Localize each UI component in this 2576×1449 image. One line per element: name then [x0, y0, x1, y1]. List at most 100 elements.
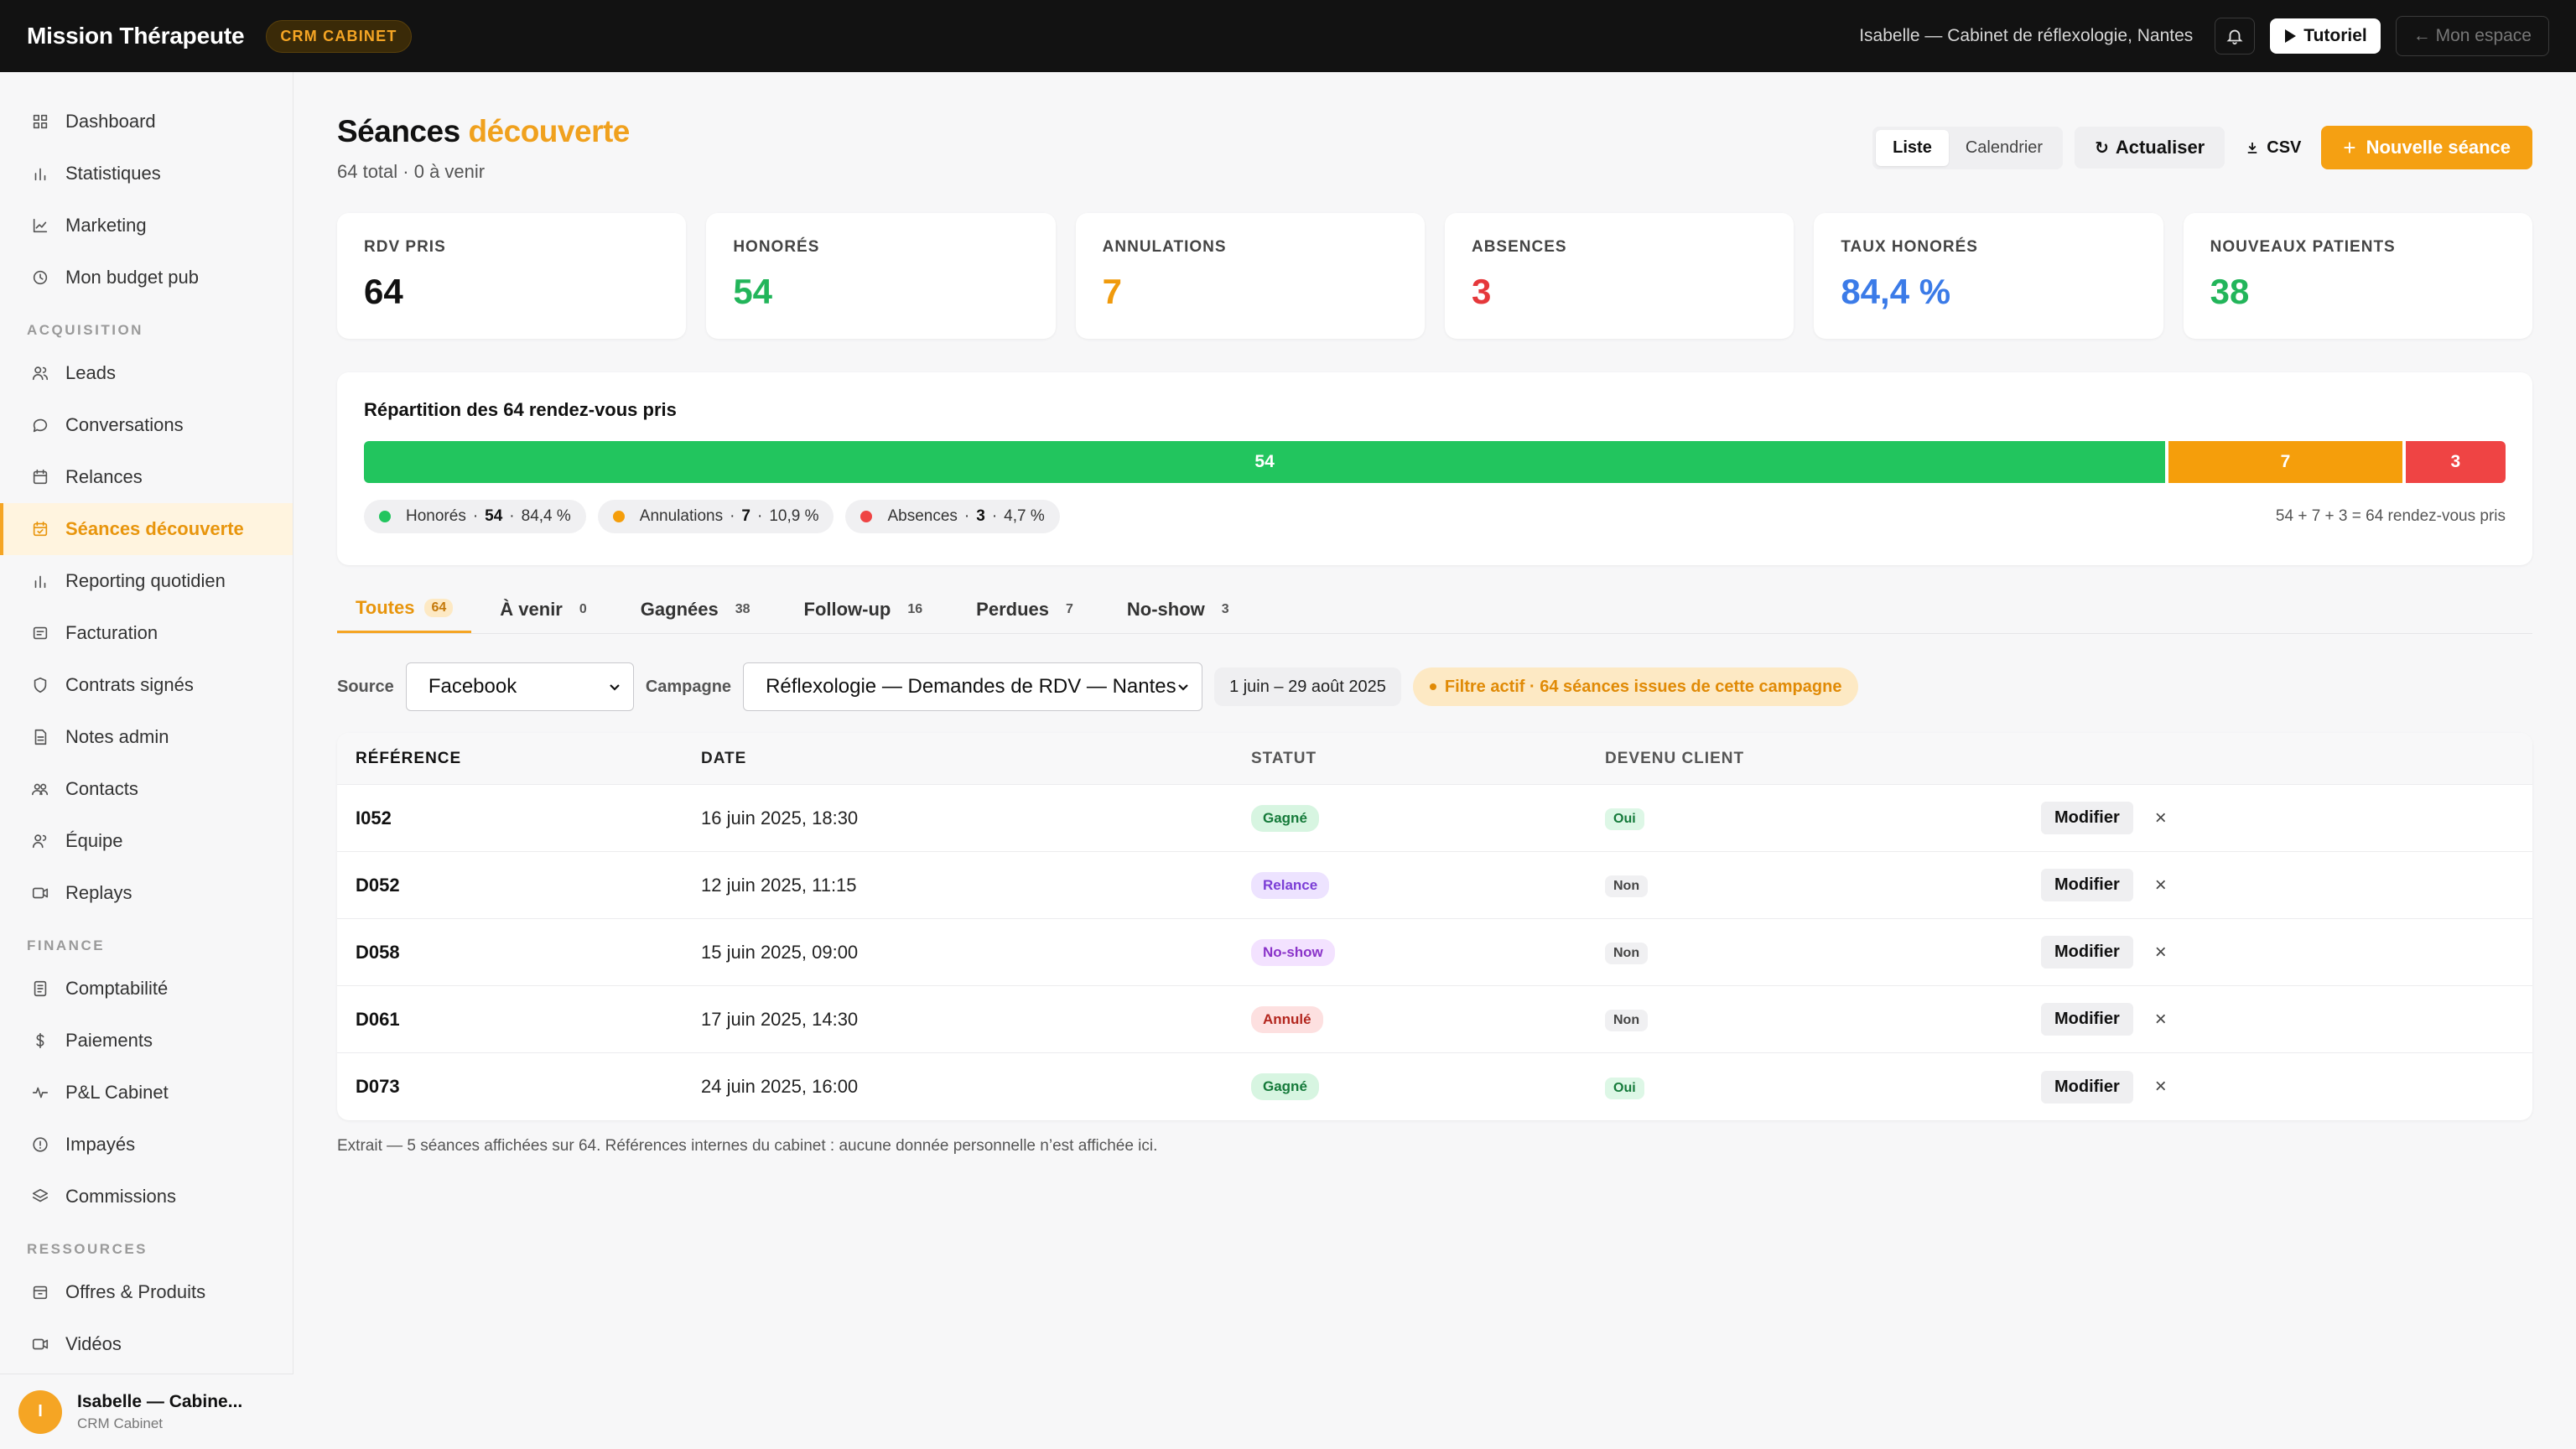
- table-body: I052 16 juin 2025, 18:30 Gagné Oui Modif…: [337, 785, 2532, 1120]
- sidebar-item-label: Relances: [65, 466, 143, 487]
- table-row[interactable]: D073 24 juin 2025, 16:00 Gagné Oui Modif…: [337, 1053, 2532, 1120]
- date-range[interactable]: 1 juin – 29 août 2025: [1214, 667, 1401, 706]
- sidebar-item-dashboard[interactable]: Dashboard: [0, 96, 293, 148]
- bar-chart-icon: [30, 571, 50, 591]
- sidebar-item-contrats-signes[interactable]: Contrats signés: [0, 659, 293, 711]
- sidebar-nav: Dashboard Statistiques Marketing Mon budget…: [0, 72, 293, 1370]
- table-row[interactable]: D052 12 juin 2025, 11:15 Relance Non Mod…: [337, 852, 2532, 919]
- client-badge: Non: [1605, 1010, 1649, 1031]
- view-calendar-button[interactable]: Calendrier: [1949, 130, 2059, 166]
- close-icon[interactable]: ×: [2155, 1008, 2167, 1031]
- sidebar-item-label: Impayés: [65, 1134, 136, 1155]
- layers-icon: [30, 1187, 50, 1207]
- tab-count: 16: [907, 601, 923, 616]
- campaign-select[interactable]: Réflexologie — Demandes de RDV — Nantes: [743, 662, 1203, 711]
- legend-pct: 84,4 %: [521, 507, 571, 525]
- legend-dot-icon: [860, 511, 873, 522]
- sidebar-item-facturation[interactable]: Facturation: [0, 607, 293, 659]
- col-date[interactable]: DATE: [701, 750, 1251, 768]
- sidebar-item-leads[interactable]: Leads: [0, 347, 293, 399]
- sidebar-item-notes-admin[interactable]: Notes admin: [0, 711, 293, 763]
- section-acquisition: ACQUISITION: [27, 322, 143, 338]
- sidebar-item-statistiques[interactable]: Statistiques: [0, 148, 293, 200]
- sidebar-item-impayes[interactable]: Impayés: [0, 1119, 293, 1171]
- close-icon[interactable]: ×: [2155, 1075, 2167, 1098]
- sidebar-item-relances[interactable]: Relances: [0, 451, 293, 503]
- col-client[interactable]: DEVENU CLIENT: [1605, 750, 2041, 768]
- tab-follow-up[interactable]: Follow-up 16: [786, 597, 948, 633]
- table-row[interactable]: D058 15 juin 2025, 09:00 No-show Non Mod…: [337, 919, 2532, 986]
- main-content: Séances découverte 64 total · 0 à venir …: [293, 72, 2576, 1449]
- sidebar-item-conversations[interactable]: Conversations: [0, 399, 293, 451]
- sidebar-item-replays[interactable]: Replays: [0, 867, 293, 919]
- source-label: Source: [337, 677, 394, 696]
- alert-circle-icon: [30, 1135, 50, 1155]
- video-icon: [30, 883, 50, 903]
- active-dot-icon: [1429, 683, 1436, 690]
- sidebar-item-p-l-cabinet[interactable]: P&L Cabinet: [0, 1067, 293, 1119]
- campaign-value: Réflexologie — Demandes de RDV — Nantes: [766, 675, 1176, 698]
- user-role: CRM Cabinet: [77, 1415, 164, 1431]
- close-icon[interactable]: ×: [2155, 941, 2167, 964]
- source-select[interactable]: Facebook: [405, 662, 634, 711]
- page-title-accent: découverte: [468, 114, 630, 148]
- client-badge: Oui: [1605, 1077, 1644, 1099]
- table-row[interactable]: I052 16 juin 2025, 18:30 Gagné Oui Modif…: [337, 785, 2532, 852]
- status-badge: Annulé: [1251, 1005, 1323, 1033]
- status-badge: Relance: [1251, 871, 1330, 899]
- calendar-check-icon: [30, 519, 50, 539]
- tab-perdues[interactable]: Perdues 7: [958, 597, 1098, 633]
- my-space-button[interactable]: ← Mon espace: [2395, 16, 2549, 56]
- edit-button[interactable]: Modifier: [2041, 936, 2133, 969]
- sidebar-item-label: Commissions: [65, 1186, 177, 1207]
- page-title: Séances découverte: [337, 114, 630, 149]
- tab-a-venir[interactable]: À venir 0: [481, 597, 612, 633]
- tab-gagnees[interactable]: Gagnées 38: [622, 597, 776, 633]
- cell-status: Gagné: [1251, 804, 1605, 832]
- view-list-button[interactable]: Liste: [1876, 129, 1949, 166]
- legend-name: Honorés: [406, 507, 466, 525]
- edit-button[interactable]: Modifier: [2041, 1003, 2133, 1036]
- tab-label: Follow-up: [803, 598, 891, 620]
- row-actions: Modifier ×: [2041, 802, 2167, 834]
- sidebar-item-offres-produits[interactable]: Offres & Produits: [0, 1266, 293, 1318]
- legend-count: 7: [741, 507, 750, 525]
- sidebar-item-comptabilite[interactable]: Comptabilité: [0, 963, 293, 1015]
- row-actions: Modifier ×: [2041, 1070, 2167, 1104]
- kpi-label: ABSENCES: [1471, 238, 1567, 256]
- sidebar-item-contacts[interactable]: Contacts: [0, 763, 293, 815]
- sidebar-item-reporting-quotidien[interactable]: Reporting quotidien: [0, 555, 293, 607]
- sidebar-user[interactable]: I Isabelle — Cabine... CRM Cabinet: [0, 1374, 293, 1449]
- sidebar-item-commissions[interactable]: Commissions: [0, 1171, 293, 1223]
- legend-name: Absences: [887, 507, 958, 525]
- table-row[interactable]: D061 17 juin 2025, 14:30 Annulé Non Modi…: [337, 986, 2532, 1053]
- edit-button[interactable]: Modifier: [2041, 802, 2133, 834]
- col-status[interactable]: STATUT: [1251, 750, 1605, 768]
- refresh-button[interactable]: ↻ Actualiser: [2075, 127, 2225, 169]
- tab-count: 7: [1066, 601, 1073, 616]
- sidebar-item-mon-budget-pub[interactable]: Mon budget pub: [0, 252, 293, 304]
- sidebar-item-equipe[interactable]: Équipe: [0, 815, 293, 867]
- tab-no-show[interactable]: No-show 3: [1109, 597, 1254, 633]
- status-badge: No-show: [1251, 938, 1335, 966]
- tutorial-button[interactable]: Tutoriel: [2270, 18, 2381, 54]
- close-icon[interactable]: ×: [2155, 874, 2167, 897]
- col-reference[interactable]: RÉFÉRENCE: [337, 750, 701, 768]
- close-icon[interactable]: ×: [2155, 807, 2167, 830]
- brand-name[interactable]: Mission Thérapeute: [27, 23, 245, 49]
- sidebar-item-videos[interactable]: Vidéos: [0, 1318, 293, 1370]
- refresh-icon: ↻: [2095, 138, 2109, 158]
- sidebar-item-paiements[interactable]: Paiements: [0, 1015, 293, 1067]
- notifications-button[interactable]: [2215, 18, 2256, 55]
- tab-label: No-show: [1126, 598, 1205, 620]
- edit-button[interactable]: Modifier: [2041, 869, 2133, 901]
- sidebar-item-seances-decouverte[interactable]: Séances découverte: [0, 503, 293, 555]
- new-session-button[interactable]: + Nouvelle séance: [2321, 126, 2532, 169]
- refresh-label: Actualiser: [2115, 137, 2205, 158]
- kpi-label: NOUVEAUX PATIENTS: [2210, 238, 2396, 256]
- sidebar-item-marketing[interactable]: Marketing: [0, 200, 293, 252]
- edit-button[interactable]: Modifier: [2041, 1070, 2133, 1104]
- tab-toutes[interactable]: Toutes 64: [337, 597, 472, 633]
- csv-button[interactable]: CSV: [2236, 127, 2309, 169]
- cell-date: 12 juin 2025, 11:15: [701, 874, 857, 896]
